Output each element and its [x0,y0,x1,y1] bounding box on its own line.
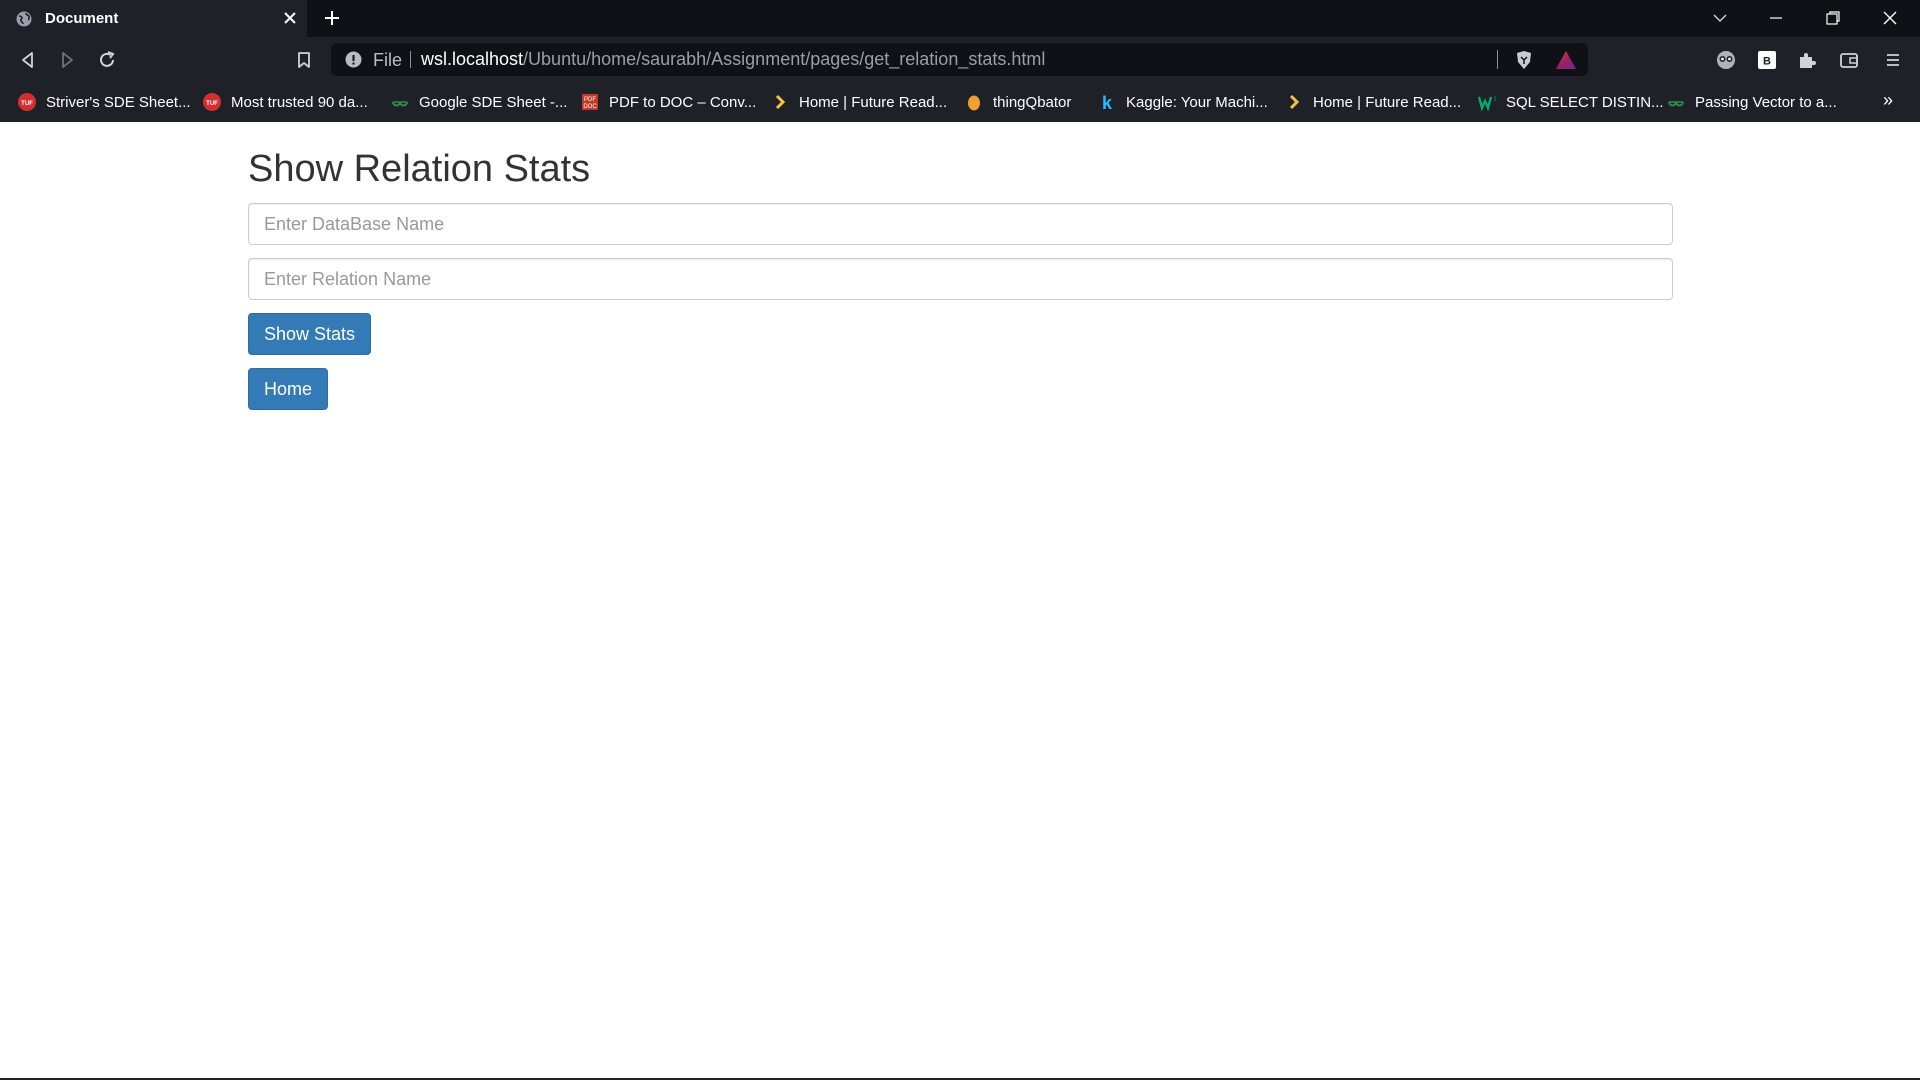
back-icon[interactable] [18,50,38,70]
w3schools-icon: 3 [1477,93,1498,112]
future-ready-icon [1285,93,1303,111]
svg-text:TUF: TUF [21,101,33,107]
bookmark-item[interactable]: 3 SQL SELECT DISTIN... [1477,91,1664,113]
relation-name-input[interactable] [248,258,1673,300]
svg-text:PDF: PDF [584,97,596,103]
menu-icon[interactable] [1883,50,1903,70]
tuf-icon: TUF [18,93,36,111]
bookmark-icon[interactable] [294,50,314,70]
gfg-icon [391,93,409,111]
bookmarks-bar: TUF Striver's SDE Sheet... TUF Most trus… [0,82,1920,122]
svg-text:3: 3 [1494,97,1497,103]
database-name-input[interactable] [248,203,1673,245]
url-path: /Ubuntu/home/saurabh/Assignment/pages/ge… [523,49,1046,69]
wallet-icon[interactable] [1839,50,1859,70]
home-button[interactable]: Home [248,368,329,410]
restore-icon[interactable] [1823,8,1843,28]
gfg-icon [1667,93,1685,111]
bookmark-item[interactable]: Passing Vector to a... [1667,91,1837,113]
bookmark-item[interactable]: Home | Future Read... [771,91,947,113]
brave-rewards-icon[interactable] [1555,50,1577,70]
close-window-icon[interactable] [1880,8,1900,28]
browser-titlebar: Document [0,0,1920,37]
tuf-icon: TUF [203,93,221,111]
extension-face-icon[interactable] [1716,50,1736,70]
svg-text:B: B [1763,56,1771,68]
svg-text:TUF: TUF [206,101,218,107]
globe-icon [16,11,32,27]
bookmark-item[interactable]: Home | Future Read... [1285,91,1461,113]
reload-icon[interactable] [97,50,117,70]
info-icon[interactable] [345,51,362,68]
bookmark-item[interactable]: TUF Striver's SDE Sheet... [18,91,191,113]
minimize-icon[interactable] [1766,8,1786,28]
browser-toolbar: File wsl.localhost/Ubuntu/home/saurabh/A… [0,37,1920,82]
kaggle-icon: k [1098,93,1116,113]
extensions-puzzle-icon[interactable] [1797,50,1817,70]
page-content: Show Relation Stats Show Stats Home [0,122,1920,1078]
bookmark-item[interactable]: k Kaggle: Your Machi... [1098,91,1268,113]
svg-text:k: k [1102,93,1113,111]
page-title: Show Relation Stats [248,148,591,190]
url-host: wsl.localhost [421,49,524,69]
browser-tab[interactable]: Document [0,0,307,37]
bookmark-item[interactable]: thingQbator [965,91,1071,113]
thingqbator-icon [965,93,983,111]
close-tab-icon[interactable] [281,9,299,27]
show-stats-button[interactable]: Show Stats [248,313,372,355]
svg-text:DOC: DOC [583,104,597,110]
bookmark-item[interactable]: Google SDE Sheet -... [391,91,567,113]
forward-icon[interactable] [57,50,77,70]
future-ready-icon [771,93,789,111]
new-tab-icon[interactable] [322,8,342,28]
url-divider [410,51,411,68]
pdf-doc-icon: PDF DOC [581,93,599,111]
tab-title: Document [45,10,119,27]
extension-b-icon[interactable]: B [1757,50,1777,70]
url-divider-right [1497,50,1498,69]
bookmark-item[interactable]: PDF DOC PDF to DOC – Conv... [581,91,756,113]
url-scheme-label: File [373,50,403,70]
address-bar[interactable]: File wsl.localhost/Ubuntu/home/saurabh/A… [331,43,1588,76]
bookmark-item[interactable]: TUF Most trusted 90 da... [203,91,368,113]
tab-search-chevron-icon[interactable] [1710,8,1730,28]
url-text[interactable]: wsl.localhost/Ubuntu/home/saurabh/Assign… [421,49,1045,70]
more-bookmarks-chevron[interactable]: » [1883,90,1893,111]
brave-shields-icon[interactable] [1515,50,1533,70]
